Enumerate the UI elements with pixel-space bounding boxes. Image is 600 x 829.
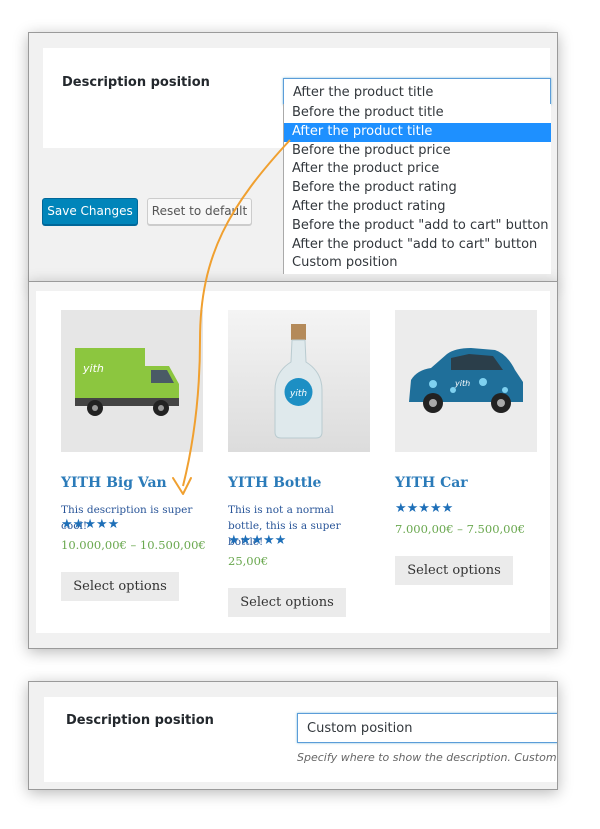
glass-bottle-image[interactable]: yith bbox=[228, 310, 370, 452]
description-position-help: Specify where to show the description. C… bbox=[297, 751, 557, 764]
svg-text:yith: yith bbox=[454, 379, 470, 388]
product-title[interactable]: YITH Big Van bbox=[61, 475, 167, 491]
product-price: 7.000,00€ – 7.500,00€ bbox=[395, 522, 526, 536]
dropdown-option[interactable]: Before the product title bbox=[284, 104, 551, 123]
green-delivery-van-image[interactable]: yith bbox=[61, 310, 203, 452]
description-position-dropdown: Before the product title After the produ… bbox=[283, 104, 551, 274]
select-options-button[interactable]: Select options bbox=[228, 588, 346, 617]
dropdown-option[interactable]: After the product price bbox=[284, 160, 551, 179]
product-title[interactable]: YITH Car bbox=[395, 475, 468, 491]
dropdown-option[interactable]: After the product "add to cart" button bbox=[284, 236, 551, 255]
dropdown-option[interactable]: Before the product price bbox=[284, 142, 551, 161]
reset-to-default-button[interactable]: Reset to default bbox=[147, 198, 252, 225]
dropdown-option[interactable]: Before the product "add to cart" button bbox=[284, 217, 551, 236]
svg-text:yith: yith bbox=[289, 389, 307, 399]
rating-stars: ★★★★★ bbox=[61, 517, 120, 532]
save-changes-button[interactable]: Save Changes bbox=[42, 198, 138, 225]
description-position-label: Description position bbox=[66, 713, 214, 728]
select-options-button[interactable]: Select options bbox=[395, 556, 513, 585]
rating-stars: ★★★★★ bbox=[228, 533, 287, 548]
rating-stars: ★★★★★ bbox=[395, 501, 454, 516]
dropdown-option[interactable]: Custom position bbox=[284, 254, 551, 273]
dropdown-option-selected[interactable]: After the product title bbox=[284, 122, 551, 142]
settings-panel-bottom: Description position Custom position Spe… bbox=[28, 681, 558, 790]
product-price: 25,00€ bbox=[228, 554, 269, 568]
description-position-label: Description position bbox=[62, 75, 210, 90]
select-options-button[interactable]: Select options bbox=[61, 572, 179, 601]
product-title[interactable]: YITH Bottle bbox=[228, 475, 321, 491]
svg-text:yith: yith bbox=[82, 362, 104, 375]
dropdown-option[interactable]: Before the product rating bbox=[284, 179, 551, 198]
blue-patterned-car-image[interactable]: yith bbox=[395, 310, 537, 452]
product-price: 10.000,00€ – 10.500,00€ bbox=[61, 538, 206, 552]
description-position-select[interactable]: After the product title bbox=[283, 78, 551, 105]
dropdown-option[interactable]: After the product rating bbox=[284, 198, 551, 217]
description-position-select[interactable]: Custom position bbox=[297, 713, 557, 743]
product-grid-panel: yith YITH Big Van This description is su… bbox=[28, 281, 558, 649]
